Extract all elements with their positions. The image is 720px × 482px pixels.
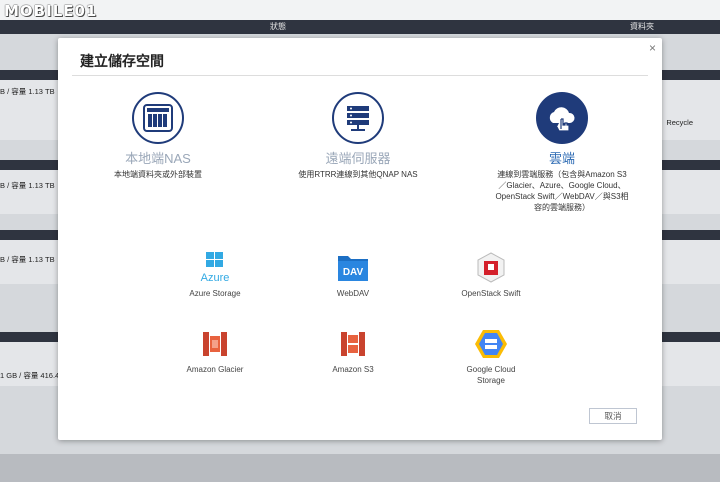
service-label: WebDAV xyxy=(336,289,370,298)
dialog-title: 建立儲存空間 xyxy=(80,53,164,69)
service-label: Amazon Glacier xyxy=(186,365,244,374)
header-folder: 資料夾 xyxy=(630,22,654,31)
row-capacity: B / 容量 1.13 TB xyxy=(0,87,55,96)
google-cloud-icon xyxy=(473,326,509,362)
webdav-icon: DAV xyxy=(335,250,371,286)
option-title: 雲端 xyxy=(548,151,575,166)
service-label: OpenStack Swift xyxy=(461,289,521,298)
watermark: MOBILE01 xyxy=(4,2,98,20)
cloud-icon xyxy=(536,92,588,144)
row-capacity: B / 容量 1.13 TB xyxy=(0,181,55,190)
service-azure[interactable]: Azure Azure Storage xyxy=(160,250,270,299)
option-title: 本地端NAS xyxy=(125,151,191,166)
service-google-cloud[interactable]: Google Cloud Storage xyxy=(436,326,546,386)
webdav-logo-text: DAV xyxy=(343,267,364,278)
azure-logo-text: Azure xyxy=(201,272,230,284)
app-table-header: 狀態 資料夾 xyxy=(0,20,720,34)
azure-icon: Azure xyxy=(197,250,233,286)
option-remote-server[interactable]: 遠端伺服器 使用RTRR連線到其他QNAP NAS xyxy=(288,92,428,180)
bottom-area xyxy=(0,454,720,482)
amazon-s3-icon xyxy=(335,326,371,362)
option-desc: 使用RTRR連線到其他QNAP NAS xyxy=(298,170,418,179)
row-capacity: B / 容量 1.13 TB xyxy=(0,255,55,264)
recycle-label: Recycle xyxy=(666,118,693,127)
nas-device-icon xyxy=(132,92,184,144)
service-label: Amazon S3 xyxy=(332,365,374,374)
service-webdav[interactable]: DAV WebDAV xyxy=(298,250,408,299)
server-rack-icon xyxy=(332,92,384,144)
row-capacity: 1 GB / 容量 416.4 xyxy=(0,371,60,380)
option-desc: 本地端資料夾或外部裝置 xyxy=(114,170,202,179)
option-desc: 連線到雲端服務（包含與Amazon S3／Glacier、Azure、Googl… xyxy=(495,170,629,212)
option-local-nas[interactable]: 本地端NAS 本地端資料夾或外部裝置 xyxy=(108,92,208,180)
title-divider xyxy=(72,75,648,76)
top-band xyxy=(0,0,720,20)
openstack-icon xyxy=(473,250,509,286)
amazon-glacier-icon xyxy=(197,326,233,362)
service-openstack[interactable]: OpenStack Swift xyxy=(436,250,546,299)
service-amazon-s3[interactable]: Amazon S3 xyxy=(298,326,408,375)
create-storage-dialog: 建立儲存空間 × 本地端NAS 本地端資料夾或外部裝置 遠端伺服器 使用RTRR… xyxy=(58,38,662,440)
service-label: Azure Storage xyxy=(189,289,241,298)
option-title: 遠端伺服器 xyxy=(325,151,391,166)
service-label: Google Cloud Storage xyxy=(466,365,516,385)
header-status: 狀態 xyxy=(270,22,286,31)
service-amazon-glacier[interactable]: Amazon Glacier xyxy=(160,326,270,375)
option-cloud[interactable]: 雲端 連線到雲端服務（包含與Amazon S3／Glacier、Azure、Go… xyxy=(494,92,630,213)
close-icon[interactable]: × xyxy=(649,41,656,55)
cancel-button[interactable]: 取消 xyxy=(589,408,637,424)
